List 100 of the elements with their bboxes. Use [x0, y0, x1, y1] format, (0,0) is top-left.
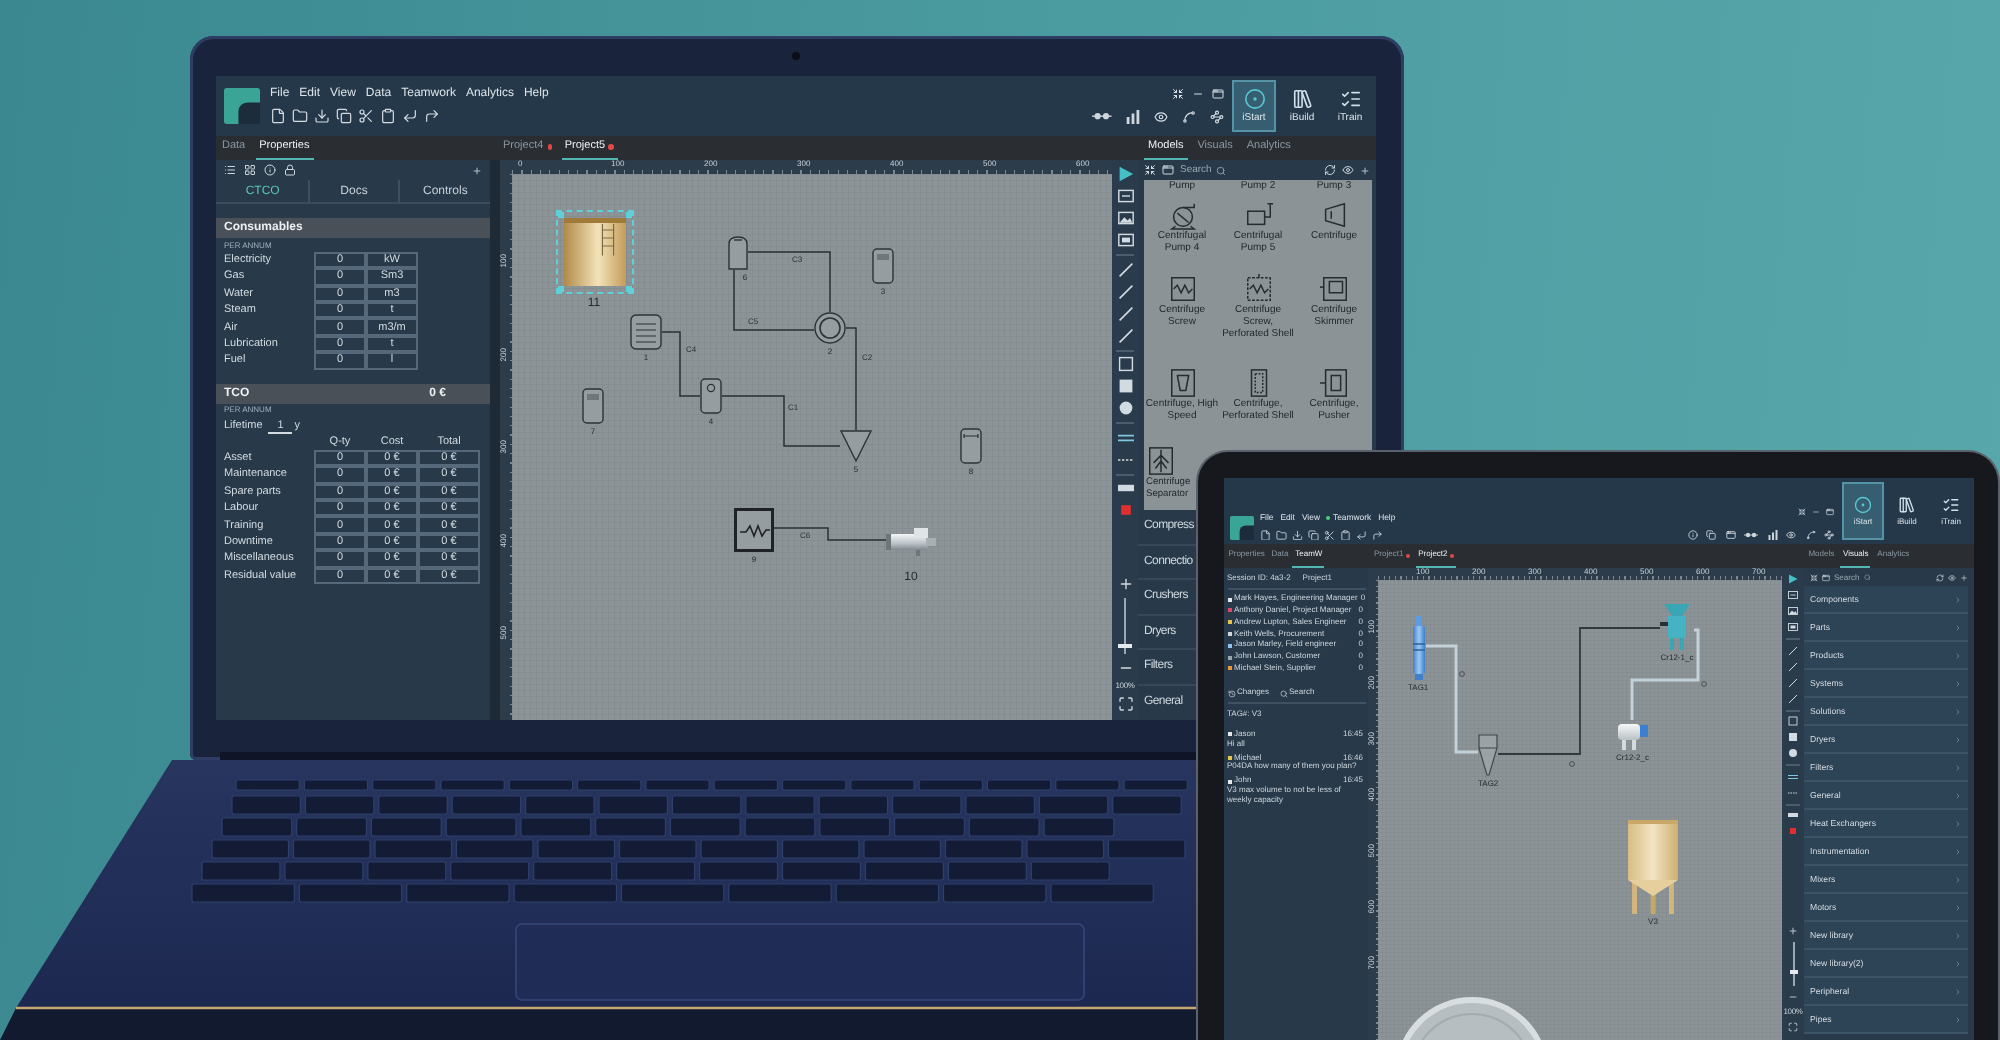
slider-icon[interactable]	[1092, 112, 1112, 122]
redo-icon[interactable]	[424, 108, 440, 125]
clipboard-icon[interactable]	[1340, 529, 1351, 540]
copy-icon[interactable]	[1308, 529, 1319, 540]
fit-view-icon[interactable]	[1117, 696, 1133, 712]
line-icon[interactable]	[1788, 645, 1798, 655]
panel-icon[interactable]	[1117, 232, 1133, 248]
collapse-icon[interactable]	[1810, 573, 1818, 581]
pipe-line	[1426, 644, 1478, 754]
zoom-out-icon[interactable]	[1788, 992, 1798, 1002]
window-icon[interactable]	[1822, 573, 1830, 581]
grid-icon[interactable]	[244, 164, 256, 176]
bar-chart-icon[interactable]	[1767, 530, 1777, 540]
fit-view-icon[interactable]	[1788, 1022, 1798, 1032]
scissors-icon[interactable]	[1324, 529, 1335, 540]
add-icon[interactable]	[1960, 573, 1968, 581]
copy-icon[interactable]	[336, 108, 352, 125]
undo-icon[interactable]	[1356, 529, 1367, 540]
restore-icon[interactable]	[1172, 88, 1184, 100]
frame-icon[interactable]	[1788, 590, 1798, 600]
trackpad[interactable]	[515, 923, 1085, 1001]
refresh-icon[interactable]	[1324, 164, 1336, 176]
bar-icon[interactable]	[1788, 810, 1798, 820]
resize-handle[interactable]	[625, 211, 631, 217]
lock-icon[interactable]	[284, 164, 296, 176]
pump-model	[1409, 616, 1428, 680]
resize-handle[interactable]	[625, 285, 631, 291]
double-line-icon[interactable]	[1788, 771, 1798, 781]
eye-icon[interactable]	[1154, 110, 1168, 124]
window-icon[interactable]	[1162, 164, 1174, 176]
selection-frame[interactable]	[555, 209, 633, 293]
info-icon[interactable]	[264, 164, 276, 176]
stop-square-icon[interactable]	[1788, 826, 1798, 836]
eye-icon[interactable]	[1786, 530, 1796, 540]
resize-handle[interactable]	[557, 285, 563, 291]
slider-icon[interactable]	[1744, 532, 1758, 538]
bar-icon[interactable]	[1117, 480, 1133, 496]
file-icon[interactable]	[270, 108, 286, 125]
download-icon[interactable]	[1292, 529, 1303, 540]
circle-icon[interactable]	[1117, 400, 1133, 416]
zoom-slider[interactable]	[1789, 942, 1797, 986]
line-icon[interactable]	[1117, 283, 1133, 299]
zoom-in-icon[interactable]	[1788, 926, 1798, 936]
curve-icon[interactable]	[1182, 110, 1196, 124]
line-icon[interactable]	[1788, 661, 1798, 671]
play-icon[interactable]	[1788, 574, 1798, 584]
square-icon[interactable]	[1117, 356, 1133, 372]
zoom-thumb[interactable]	[1118, 643, 1132, 648]
resize-handle[interactable]	[557, 211, 563, 217]
refresh-icon[interactable]	[1936, 573, 1944, 581]
circle-icon[interactable]	[1788, 748, 1798, 758]
line-icon[interactable]	[1117, 261, 1133, 277]
eye-icon[interactable]	[1342, 164, 1354, 176]
window-icon[interactable]	[1212, 88, 1224, 100]
line-icon[interactable]	[1117, 305, 1133, 321]
checklist-icon	[1339, 87, 1361, 110]
zoom-slider[interactable]	[1118, 598, 1132, 654]
window-icon[interactable]	[1826, 508, 1834, 516]
double-line-icon[interactable]	[1117, 429, 1133, 445]
redo-icon[interactable]	[1372, 529, 1383, 540]
add-icon[interactable]	[472, 165, 482, 175]
stop-square-icon[interactable]	[1117, 502, 1133, 518]
zoom-in-icon[interactable]	[1117, 576, 1133, 592]
scissors-icon[interactable]	[358, 108, 374, 125]
file-icon[interactable]	[1260, 529, 1271, 540]
folder-icon[interactable]	[292, 108, 308, 125]
filled-square-icon[interactable]	[1788, 732, 1798, 742]
line-icon[interactable]	[1788, 677, 1798, 687]
eye-icon[interactable]	[1948, 573, 1956, 581]
list-icon[interactable]	[224, 164, 236, 176]
info-icon[interactable]	[1687, 530, 1697, 540]
filled-square-icon[interactable]	[1117, 378, 1133, 394]
collapse-icon[interactable]	[1144, 164, 1156, 176]
clipboard-icon[interactable]	[380, 108, 396, 125]
image-icon[interactable]	[1117, 210, 1133, 226]
tank-symbol	[563, 217, 625, 285]
line-icon[interactable]	[1788, 693, 1798, 703]
route-icon[interactable]	[1210, 110, 1224, 124]
bar-chart-icon[interactable]	[1126, 110, 1140, 124]
add-icon[interactable]	[1360, 165, 1370, 175]
window-icon[interactable]	[1725, 530, 1735, 540]
undo-icon[interactable]	[402, 108, 418, 125]
play-icon[interactable]	[1117, 166, 1133, 182]
zoom-thumb[interactable]	[1789, 970, 1797, 975]
copy-icon[interactable]	[1706, 530, 1716, 540]
download-icon[interactable]	[314, 108, 330, 125]
app-logo	[1230, 516, 1254, 540]
curve-icon[interactable]	[1805, 530, 1815, 540]
dashed-line-icon[interactable]	[1788, 787, 1798, 797]
folder-icon[interactable]	[1276, 529, 1287, 540]
search-icon	[1863, 573, 1871, 581]
frame-icon[interactable]	[1117, 188, 1133, 204]
dashed-zigzag-box-icon	[1243, 274, 1273, 304]
image-icon[interactable]	[1788, 606, 1798, 616]
minimize-icon[interactable]	[1192, 88, 1204, 100]
square-icon[interactable]	[1788, 716, 1798, 726]
restore-icon[interactable]	[1798, 508, 1806, 516]
panel-icon[interactable]	[1788, 622, 1798, 632]
route-icon[interactable]	[1824, 530, 1834, 540]
line-icon[interactable]	[1117, 327, 1133, 343]
